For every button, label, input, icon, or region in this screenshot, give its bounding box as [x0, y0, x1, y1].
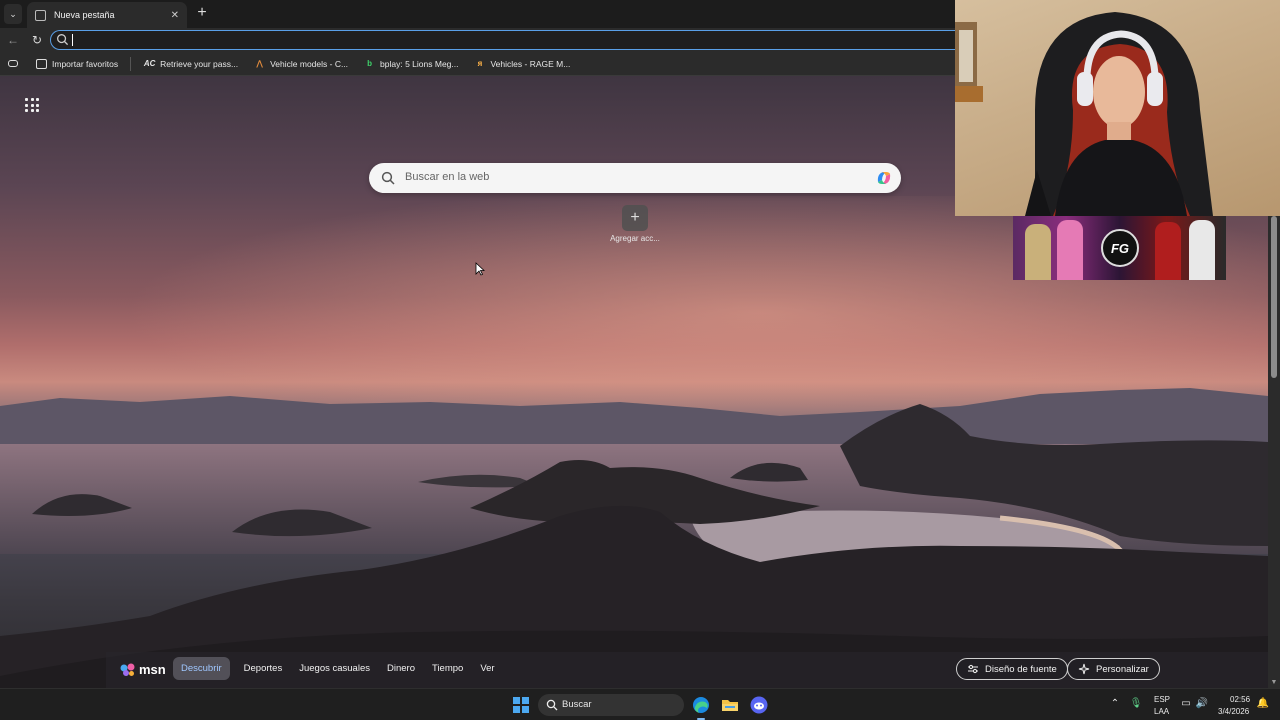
tab-new-tab[interactable]: Nueva pestaña ✕: [27, 2, 187, 28]
favorite-label: Importar favoritos: [52, 58, 119, 69]
favorite-item[interactable]: Importar favoritos: [36, 58, 119, 69]
folder-icon: [722, 700, 738, 711]
show-hidden-icons-button[interactable]: ⌃: [1108, 697, 1122, 711]
banner-character: [1189, 220, 1215, 280]
msn-tab-dinero[interactable]: Dinero: [379, 657, 423, 680]
discord-icon: [750, 696, 768, 714]
new-tab-button[interactable]: +: [193, 3, 211, 23]
banner-character: [1057, 220, 1083, 280]
font-design-label: Diseño de fuente: [985, 663, 1057, 675]
sliders-icon: [968, 664, 978, 674]
favorite-item[interactable]: AC Retrieve your pass...: [144, 59, 238, 69]
rage-icon: ᴙ: [477, 59, 483, 68]
font-design-button[interactable]: Diseño de fuente: [956, 658, 1068, 680]
search-placeholder: Buscar en la web: [405, 171, 490, 183]
msn-tab-descubrir[interactable]: Descubrir: [173, 657, 230, 680]
search-icon: [381, 171, 395, 185]
favorite-label: Retrieve your pass...: [160, 58, 239, 69]
msn-tab-juegos-casuales[interactable]: Juegos casuales: [291, 657, 378, 680]
network-icon[interactable]: ▭: [1179, 697, 1193, 711]
text-caret: [72, 34, 73, 46]
search-icon: [57, 34, 69, 46]
page-icon: [35, 9, 46, 21]
back-button[interactable]: ←: [4, 31, 22, 49]
web-search-input[interactable]: Buscar en la web: [369, 163, 901, 193]
msn-feed-bar: msn Descubrir Deportes Juegos casuales D…: [106, 652, 1268, 688]
edge-icon: [693, 697, 709, 713]
keyboard-layout[interactable]: LAA: [1154, 707, 1169, 716]
favorite-item[interactable]: b bplay: 5 Lions Meg...: [364, 59, 458, 69]
taskbar-edge[interactable]: [690, 694, 712, 720]
tab-strip: ⌄ Nueva pestaña ✕ +: [0, 0, 955, 28]
tab-list-button[interactable]: ⌄: [4, 4, 22, 24]
personalize-button[interactable]: Personalizar: [1067, 658, 1160, 680]
ac-icon: AC: [143, 59, 156, 68]
search-icon: [546, 699, 558, 711]
taskbar-discord[interactable]: [748, 694, 770, 716]
copilot-icon[interactable]: [874, 168, 894, 188]
banner-logo: FG: [1101, 229, 1139, 267]
msn-tab-tiempo[interactable]: Tiempo: [424, 657, 471, 680]
msn-tab-ver[interactable]: Ver: [472, 657, 502, 680]
folder-import-icon: [36, 58, 47, 69]
language-code[interactable]: ESP: [1154, 695, 1170, 704]
clock-date[interactable]: 3/4/2026: [1218, 707, 1249, 716]
clock-time[interactable]: 02:56: [1230, 695, 1250, 704]
browser-toolbar: ← ↻: [0, 28, 955, 52]
immersive-reader-icon: [8, 60, 18, 67]
stream-banner: FG: [1013, 216, 1226, 280]
taskbar-file-explorer[interactable]: [719, 694, 741, 716]
divider: [130, 56, 132, 71]
msn-tab-deportes[interactable]: Deportes: [236, 657, 291, 680]
notification-icon[interactable]: 🔔: [1256, 697, 1270, 711]
favorite-label: bplay: 5 Lions Meg...: [380, 58, 459, 69]
vehicle-icon: ⋀: [256, 59, 263, 68]
tab-title: Nueva pestaña: [54, 10, 115, 20]
windows-taskbar: Buscar ⌃ 🎙 ESP LAA ▭ 🔊 02:56 3/4/2026 🔔: [0, 688, 1280, 720]
mouse-cursor-icon: [475, 262, 485, 276]
plus-icon: +: [197, 4, 207, 21]
add-shortcut-label: Agregar acc...: [610, 234, 660, 243]
close-icon[interactable]: ✕: [171, 10, 179, 21]
favorites-bar: Importar favoritos AC Retrieve your pass…: [0, 52, 955, 76]
refresh-button[interactable]: ↻: [28, 31, 46, 49]
sparkle-icon: [1078, 663, 1090, 675]
arrow-left-icon: ←: [7, 33, 19, 47]
scroll-down-icon[interactable]: ▼: [1270, 679, 1278, 686]
banner-character: [1025, 224, 1051, 280]
msn-logo[interactable]: msn: [120, 662, 166, 677]
banner-character: [1155, 222, 1181, 280]
reading-mode-button[interactable]: [8, 60, 18, 67]
msn-butterfly-icon: [120, 663, 135, 676]
favorite-label: Vehicle models - C...: [270, 58, 349, 69]
windows-start-button[interactable]: [513, 697, 529, 713]
plus-icon: +: [630, 209, 640, 226]
apps-grid-icon[interactable]: [25, 98, 39, 112]
microphone-icon[interactable]: 🎙: [1129, 697, 1143, 711]
webcam-image: [955, 12, 1213, 216]
msn-wordmark: msn: [139, 662, 166, 677]
chevron-down-icon: ⌄: [9, 8, 17, 19]
volume-icon[interactable]: 🔊: [1195, 697, 1209, 711]
webcam-overlay: [955, 0, 1280, 216]
personalize-label: Personalizar: [1096, 663, 1149, 675]
refresh-icon: ↻: [31, 33, 43, 47]
bplay-icon: b: [367, 59, 372, 68]
scrollbar-thumb[interactable]: [1271, 216, 1277, 378]
taskbar-search[interactable]: Buscar: [538, 694, 684, 716]
msn-nav: Descubrir Deportes Juegos casuales Diner…: [173, 657, 504, 680]
taskbar-search-label: Buscar: [562, 699, 592, 710]
favorite-item[interactable]: ⋀ Vehicle models - C...: [254, 59, 348, 69]
add-shortcut-button[interactable]: +: [622, 205, 648, 231]
favorite-label: Vehicles - RAGE M...: [490, 58, 571, 69]
address-bar[interactable]: [50, 30, 955, 50]
favorite-item[interactable]: ᴙ Vehicles - RAGE M...: [474, 58, 571, 69]
